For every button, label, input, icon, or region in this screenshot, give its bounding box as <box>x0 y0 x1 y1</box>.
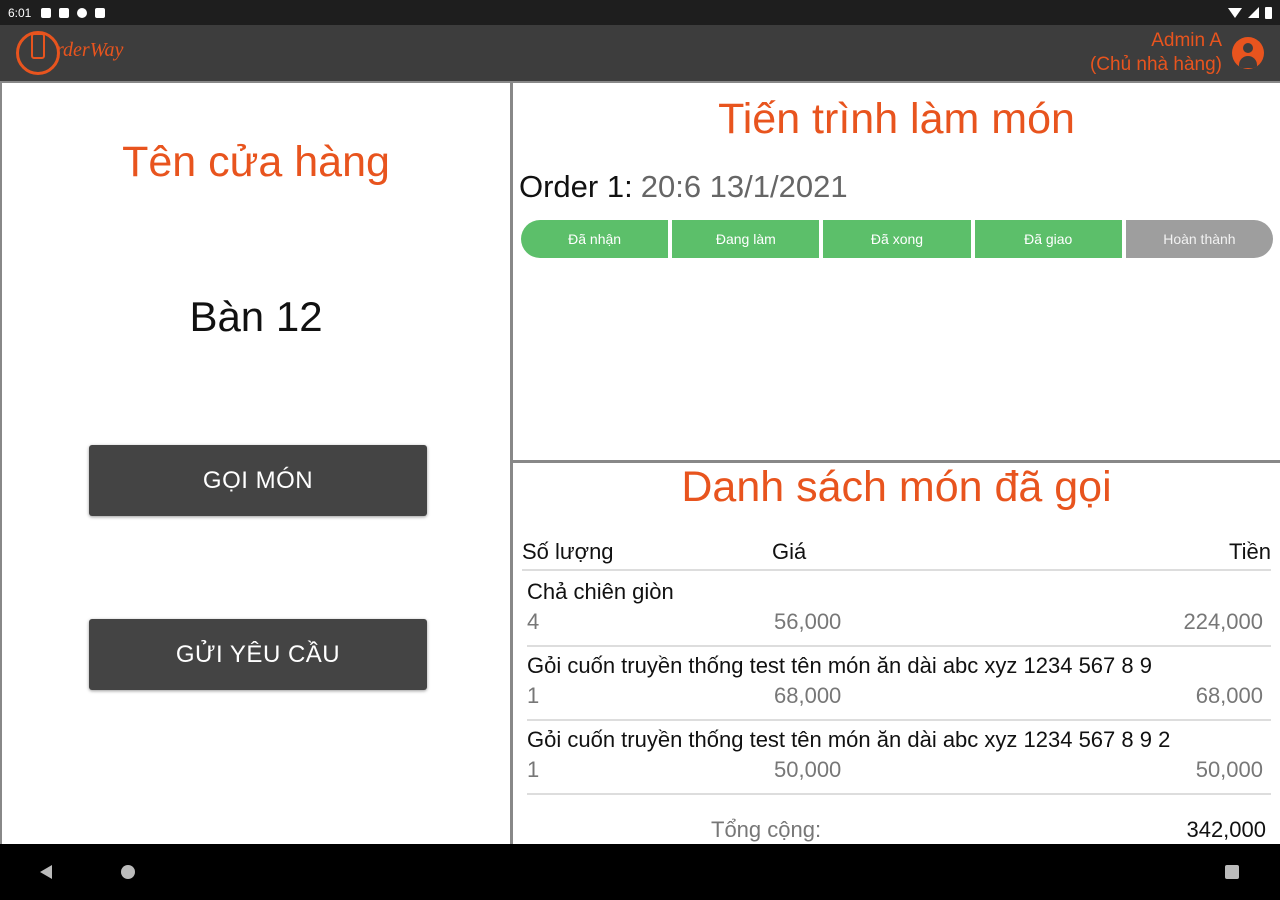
item-name: Gỏi cuốn truyền thống test tên món ăn dà… <box>527 727 1171 752</box>
battery-icon <box>1265 6 1272 19</box>
send-request-button[interactable]: GỬI YÊU CẦU <box>89 619 427 690</box>
app-bar: rderWay Admin A (Chủ nhà hàng) <box>0 25 1280 81</box>
order-food-button[interactable]: GỌI MÓN <box>89 445 427 516</box>
account-icon[interactable] <box>1232 37 1264 69</box>
item-qty: 4 <box>527 609 540 634</box>
progress-steps: Đã nhận Đang làm Đã xong Đã giao Hoàn th… <box>521 220 1274 258</box>
back-icon[interactable] <box>40 865 52 879</box>
total-value: 342,000 <box>1186 817 1266 842</box>
user-name: Admin A <box>1151 30 1222 51</box>
wifi-icon <box>1228 7 1242 18</box>
item-price: 68,000 <box>774 683 842 708</box>
status-bar: 6:01 <box>0 0 1280 25</box>
logo-mark-icon <box>16 31 60 75</box>
total-label: Tổng cộng: <box>711 817 822 842</box>
signal-icon <box>1248 7 1259 18</box>
home-icon[interactable] <box>121 865 135 879</box>
item-total: 50,000 <box>1195 757 1263 782</box>
sd-card-icon <box>95 7 106 18</box>
main-content: Tên cửa hàng Bàn 12 GỌI MÓN GỬI YÊU CẦU … <box>0 81 1280 844</box>
table-panel: Tên cửa hàng Bàn 12 GỌI MÓN GỬI YÊU CẦU <box>2 83 510 844</box>
system-nav-bar <box>0 844 1280 900</box>
item-qty: 1 <box>527 757 540 782</box>
step-delivered: Đã giao <box>974 220 1122 258</box>
item-total: 224,000 <box>1183 609 1263 634</box>
item-price: 50,000 <box>774 757 842 782</box>
recent-apps-icon[interactable] <box>1225 865 1239 879</box>
list-item[interactable]: Chả chiên giòn 4 56,000 224,000 <box>527 573 1271 647</box>
progress-title: Tiến trình làm món <box>718 95 1075 143</box>
notification-icon <box>59 7 70 18</box>
item-price: 56,000 <box>774 609 842 634</box>
step-completed: Hoàn thành <box>1125 220 1274 258</box>
list-item[interactable]: Gỏi cuốn truyền thống test tên món ăn dà… <box>527 647 1271 721</box>
list-item[interactable]: Gỏi cuốn truyền thống test tên món ăn dà… <box>527 721 1271 795</box>
user-menu[interactable]: Admin A (Chủ nhà hàng) <box>1090 29 1264 77</box>
item-total: 68,000 <box>1195 683 1263 708</box>
step-done: Đã xong <box>823 220 971 258</box>
notification-icon <box>77 7 88 18</box>
ordered-items-title: Danh sách món đã gọi <box>681 463 1112 511</box>
user-role: (Chủ nhà hàng) <box>1089 54 1222 75</box>
ordered-items-panel: Danh sách món đã gọi Số lượng Giá Tiền C… <box>513 463 1280 844</box>
progress-panel: Tiến trình làm món Order 1: 20:6 13/1/202… <box>513 83 1280 460</box>
list-header: Số lượng Giá Tiền <box>522 535 1271 571</box>
item-name: Gỏi cuốn truyền thống test tên món ăn dà… <box>527 653 1152 678</box>
step-received: Đã nhận <box>521 220 669 258</box>
order-time: 20:6 13/1/2021 <box>640 169 848 204</box>
logo-brand-text: rderWay <box>56 38 124 61</box>
item-name: Chả chiên giòn <box>527 579 674 604</box>
status-time: 6:01 <box>8 5 32 20</box>
store-name: Tên cửa hàng <box>122 138 390 186</box>
header-total: Tiền <box>1229 539 1271 564</box>
app-logo[interactable]: rderWay <box>16 31 123 75</box>
item-qty: 1 <box>527 683 540 708</box>
order-info: Order 1: 20:6 13/1/2021 <box>519 169 848 205</box>
header-qty: Số lượng <box>522 539 614 564</box>
order-label: Order 1: <box>519 169 633 204</box>
table-name: Bàn 12 <box>189 293 323 340</box>
step-cooking: Đang làm <box>672 220 820 258</box>
header-price: Giá <box>772 539 807 564</box>
notification-icon <box>41 7 52 18</box>
